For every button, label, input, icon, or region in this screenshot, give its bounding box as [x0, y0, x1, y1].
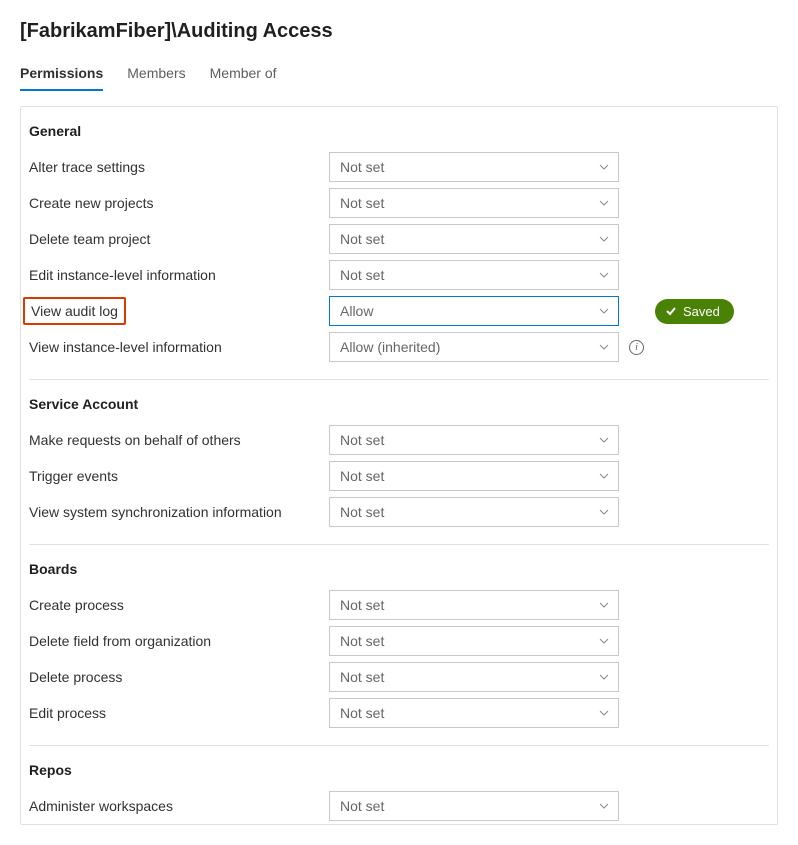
permission-select[interactable]: Not set	[329, 662, 619, 692]
permission-select[interactable]: Not set	[329, 152, 619, 182]
permission-label: Edit process	[29, 699, 329, 727]
permission-label: Edit instance-level information	[29, 261, 329, 289]
check-icon	[665, 305, 677, 317]
chevron-down-icon	[598, 269, 610, 281]
saved-badge: Saved	[655, 299, 734, 324]
permissions-panel: GeneralAlter trace settingsNot setCreate…	[20, 106, 778, 825]
permission-value: Not set	[340, 231, 384, 247]
chevron-down-icon	[598, 233, 610, 245]
permission-row: View instance-level information Allow (in…	[21, 329, 777, 365]
section-title: Boards	[21, 549, 777, 587]
permission-select[interactable]: Not set	[329, 461, 619, 491]
tab-bar: Permissions Members Member of	[20, 59, 778, 92]
permission-select[interactable]: Not set	[329, 425, 619, 455]
chevron-down-icon	[598, 305, 610, 317]
permission-value: Not set	[340, 468, 384, 484]
permission-select[interactable]: Not set	[329, 224, 619, 254]
permission-label: Alter trace settings	[29, 153, 329, 181]
permission-select[interactable]: Not set	[329, 698, 619, 728]
permission-row: Trigger events Not set	[21, 458, 777, 494]
permission-row: View system synchronization information N…	[21, 494, 777, 530]
chevron-down-icon	[598, 470, 610, 482]
permission-value: Not set	[340, 597, 384, 613]
chevron-down-icon	[598, 341, 610, 353]
permission-label: Administer workspaces	[29, 792, 329, 820]
permission-row: Administer workspaces Not set	[21, 788, 777, 824]
section-divider	[29, 745, 769, 746]
permission-select[interactable]: Not set	[329, 626, 619, 656]
permission-select[interactable]: Not set	[329, 590, 619, 620]
permission-row: View audit log Allow Saved	[21, 293, 777, 329]
permission-value: Not set	[340, 669, 384, 685]
permission-label: View instance-level information	[29, 333, 329, 361]
section-title: Repos	[21, 750, 777, 788]
permission-value: Not set	[340, 195, 384, 211]
chevron-down-icon	[598, 671, 610, 683]
permission-select[interactable]: Allow (inherited)	[329, 332, 619, 362]
permission-value: Not set	[340, 159, 384, 175]
section-title: Service Account	[21, 384, 777, 422]
permission-value: Not set	[340, 633, 384, 649]
permission-label: View audit log	[23, 297, 126, 325]
permission-row: Create new projects Not set	[21, 185, 777, 221]
chevron-down-icon	[598, 161, 610, 173]
permission-label: Delete process	[29, 663, 329, 691]
permission-select[interactable]: Allow	[329, 296, 619, 326]
permission-value: Not set	[340, 267, 384, 283]
permission-label: Trigger events	[29, 462, 329, 490]
chevron-down-icon	[598, 599, 610, 611]
tab-members[interactable]: Members	[127, 59, 185, 91]
permission-row: Make requests on behalf of others Not set	[21, 422, 777, 458]
page-title: [FabrikamFiber]\Auditing Access	[20, 20, 778, 43]
permission-row: Delete field from organization Not set	[21, 623, 777, 659]
chevron-down-icon	[598, 434, 610, 446]
permission-row: Delete process Not set	[21, 659, 777, 695]
permission-row: Delete team project Not set	[21, 221, 777, 257]
permission-value: Allow (inherited)	[340, 339, 440, 355]
permission-label: View system synchronization information	[29, 498, 329, 526]
permission-value: Allow	[340, 303, 373, 319]
permission-select[interactable]: Not set	[329, 188, 619, 218]
permission-value: Not set	[340, 504, 384, 520]
info-icon[interactable]: i	[629, 340, 644, 355]
permission-label: Delete team project	[29, 225, 329, 253]
permission-select[interactable]: Not set	[329, 497, 619, 527]
permission-value: Not set	[340, 705, 384, 721]
permission-label: Delete field from organization	[29, 627, 329, 655]
chevron-down-icon	[598, 800, 610, 812]
permission-label: Make requests on behalf of others	[29, 426, 329, 454]
permission-select[interactable]: Not set	[329, 260, 619, 290]
permission-select[interactable]: Not set	[329, 791, 619, 821]
permission-value: Not set	[340, 432, 384, 448]
chevron-down-icon	[598, 707, 610, 719]
section-title: General	[21, 111, 777, 149]
section-divider	[29, 379, 769, 380]
tab-permissions[interactable]: Permissions	[20, 59, 103, 91]
permission-row: Edit process Not set	[21, 695, 777, 731]
permission-row: Alter trace settings Not set	[21, 149, 777, 185]
chevron-down-icon	[598, 635, 610, 647]
permission-label: Create process	[29, 591, 329, 619]
permission-row: Edit instance-level information Not set	[21, 257, 777, 293]
chevron-down-icon	[598, 506, 610, 518]
permission-label: Create new projects	[29, 189, 329, 217]
permission-value: Not set	[340, 798, 384, 814]
chevron-down-icon	[598, 197, 610, 209]
permission-row: Create process Not set	[21, 587, 777, 623]
tab-member-of[interactable]: Member of	[210, 59, 277, 91]
section-divider	[29, 544, 769, 545]
saved-label: Saved	[683, 304, 720, 319]
